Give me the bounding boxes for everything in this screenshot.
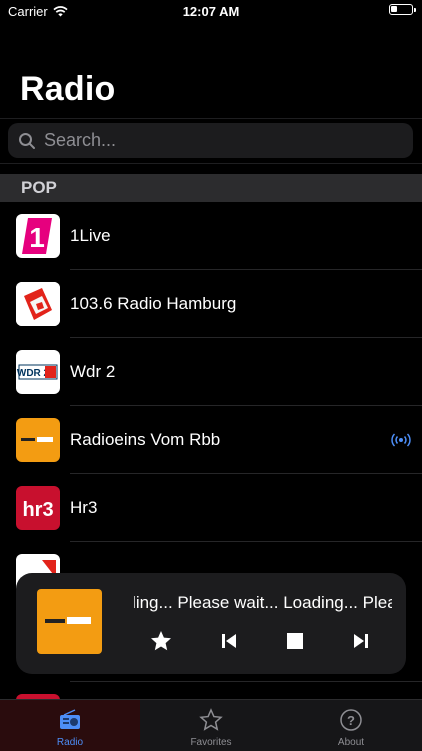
station-row-1live[interactable]: 1 1Live [0, 202, 422, 270]
player-status-label: Loading... Please wait... Loading... Ple… [134, 593, 392, 612]
radioeins-logo [16, 418, 60, 462]
player-status-text: Loading... Please wait... Loading... Ple… [134, 593, 392, 615]
station-name: 1Live [70, 226, 111, 245]
section-header-pop: POP [0, 174, 422, 202]
svg-text:1: 1 [29, 222, 45, 253]
station-row-radio-hamburg[interactable]: 103.6 Radio Hamburg [0, 270, 422, 338]
hr3-logo-text: hr3 [22, 499, 53, 521]
tab-label: Favorites [190, 737, 232, 748]
svg-text:?: ? [347, 713, 355, 728]
question-circle-icon: ? [340, 709, 362, 731]
wdr2-logo-text: WDR 2 [17, 368, 50, 379]
tab-about[interactable]: ? About [281, 700, 421, 751]
stop-icon [287, 633, 303, 649]
star-icon [199, 708, 223, 731]
next-icon [354, 634, 368, 648]
tab-label: About [337, 737, 365, 748]
player-artwork [37, 589, 102, 654]
radio-hamburg-logo [16, 282, 60, 326]
battery-icon [389, 4, 416, 15]
wdr2-logo: WDR 2 [16, 350, 60, 394]
stop-button[interactable] [280, 626, 310, 656]
search-icon [19, 132, 35, 149]
station-row-partial-bottom [0, 680, 422, 714]
title-divider [0, 118, 422, 119]
favorite-star-button[interactable] [146, 626, 176, 656]
now-playing-icon [391, 433, 411, 447]
1live-logo: 1 [16, 214, 60, 258]
player-controls [134, 626, 392, 656]
station-row-radioeins[interactable]: Radioeins Vom Rbb [0, 406, 422, 474]
station-name: 103.6 Radio Hamburg [70, 294, 237, 313]
page-title: Radio [20, 70, 116, 108]
station-row-hr3[interactable]: hr3 Hr3 [0, 474, 422, 542]
station-row-wdr2[interactable]: WDR 2 Wdr 2 [0, 338, 422, 406]
search-bar[interactable] [8, 123, 413, 158]
search-divider [0, 163, 422, 164]
station-name: Hr3 [70, 498, 98, 517]
status-time: 12:07 AM [182, 4, 240, 19]
next-button[interactable] [346, 626, 376, 656]
station-name: Wdr 2 [70, 362, 116, 381]
previous-icon [222, 634, 236, 648]
mini-player[interactable]: Loading... Please wait... Loading... Ple… [16, 573, 406, 674]
tab-bar: Radio Favorites ? About [0, 699, 422, 751]
station-list: 1 1Live 103.6 Radio Hamburg WDR 2 Wdr 2 [0, 202, 422, 610]
previous-button[interactable] [214, 626, 244, 656]
tab-favorites[interactable]: Favorites [141, 700, 281, 751]
search-input[interactable] [42, 129, 413, 152]
tab-radio[interactable]: Radio [0, 700, 140, 751]
radio-icon [60, 709, 80, 729]
status-bar: Carrier 12:07 AM [0, 0, 422, 24]
tab-label: Radio [56, 737, 84, 748]
hr3-logo: hr3 [16, 486, 60, 530]
station-name: Radioeins Vom Rbb [70, 430, 221, 449]
section-title: POP [21, 178, 57, 197]
radioeins-logo [45, 617, 91, 624]
favorite-star-icon [151, 631, 171, 651]
row-divider [70, 681, 422, 682]
